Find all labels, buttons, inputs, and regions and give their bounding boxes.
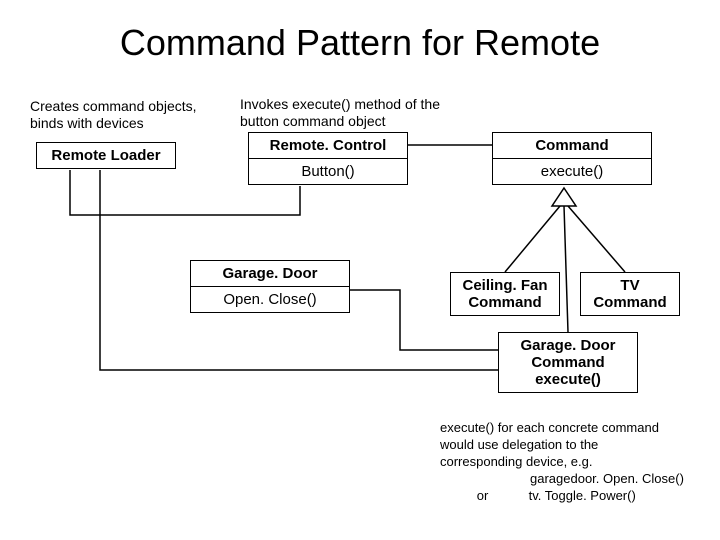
class-method: Open. Close() (191, 286, 349, 312)
class-name: Remote. Control (249, 133, 407, 158)
class-name: Command (493, 133, 651, 158)
footer-l4: garagedoor. Open. Close() (440, 471, 710, 488)
class-ceilingfan-command: Ceiling. Fan Command (450, 272, 560, 316)
class-garagedoor-command: Garage. Door Command execute() (498, 332, 638, 393)
note-loader: Creates command objects, binds with devi… (30, 98, 220, 132)
class-remote-control: Remote. Control Button() (248, 132, 408, 185)
class-name-l2: Command (499, 354, 637, 371)
class-method: execute() (493, 158, 651, 184)
class-method: execute() (499, 371, 637, 392)
footer-note: execute() for each concrete command woul… (440, 420, 710, 504)
footer-l2: would use delegation to the (440, 437, 710, 454)
footer-l3: corresponding device, e.g. (440, 454, 710, 471)
note-remote: Invokes execute() method of the button c… (240, 96, 460, 130)
class-name: Remote Loader (37, 143, 175, 168)
class-name-l2: Command (581, 294, 679, 315)
class-name-l1: Ceiling. Fan (451, 273, 559, 294)
class-method: Button() (249, 158, 407, 184)
class-tv-command: TV Command (580, 272, 680, 316)
footer-l1: execute() for each concrete command (440, 420, 710, 437)
footer-or: or (440, 488, 525, 505)
footer-l5b: tv. Toggle. Power() (529, 488, 636, 503)
class-name-l2: Command (451, 294, 559, 315)
page-title: Command Pattern for Remote (0, 22, 720, 64)
class-remote-loader: Remote Loader (36, 142, 176, 169)
class-garage-door: Garage. Door Open. Close() (190, 260, 350, 313)
class-name: Garage. Door (191, 261, 349, 286)
class-command: Command execute() (492, 132, 652, 185)
class-name-l1: TV (581, 273, 679, 294)
class-name-l1: Garage. Door (499, 333, 637, 354)
